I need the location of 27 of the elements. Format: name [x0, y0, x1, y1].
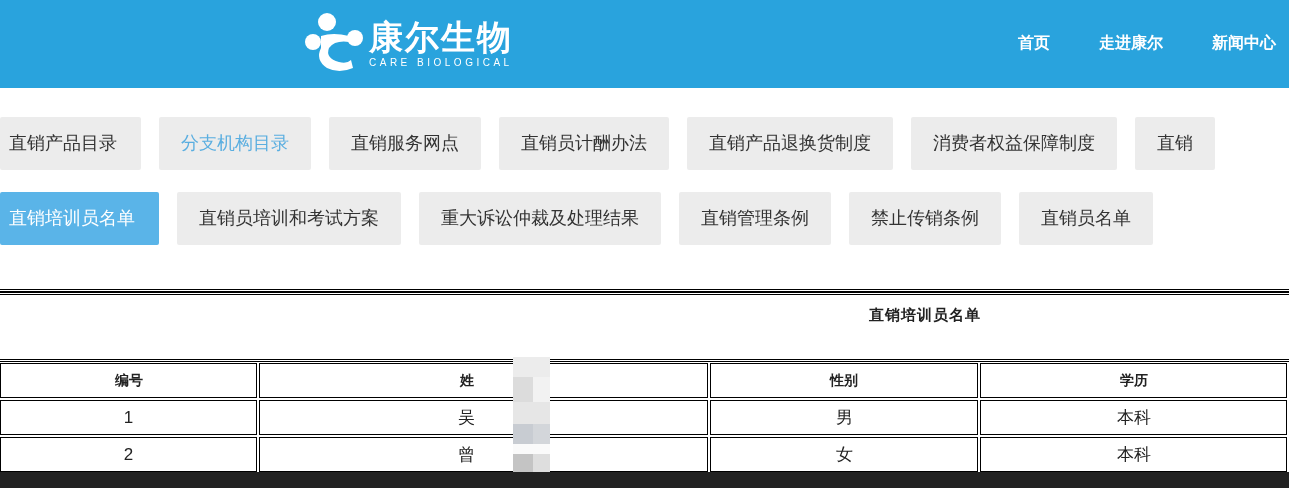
category-tab[interactable]: 直销服务网点: [329, 117, 481, 170]
table-cell: 女: [835, 444, 853, 464]
category-tab[interactable]: 消费者权益保障制度: [911, 117, 1117, 170]
category-tab[interactable]: 直销员名单: [1019, 192, 1153, 245]
category-tab[interactable]: 禁止传销条例: [849, 192, 1001, 245]
column-header: 编号: [114, 372, 143, 388]
column-header: 姓: [459, 372, 474, 388]
column-header: 学历: [1119, 372, 1148, 388]
table-cell: 1: [123, 407, 134, 427]
logo-name: 康尔生物: [369, 17, 513, 57]
category-tab[interactable]: 直销产品目录: [0, 117, 141, 170]
column-header: 性别: [830, 372, 859, 388]
category-tab[interactable]: 直销产品退换货制度: [687, 117, 893, 170]
table-cell: 本科: [1116, 407, 1151, 427]
table-cell: 本科: [1116, 444, 1151, 464]
table-cell: 2: [123, 444, 134, 464]
category-tab[interactable]: 重大诉讼仲裁及处理结果: [419, 192, 661, 245]
category-tab[interactable]: 直销员计酬办法: [499, 117, 669, 170]
category-tab[interactable]: 直销管理条例: [679, 192, 831, 245]
logo-subtitle: CARE BIOLOGICAL: [369, 57, 513, 69]
logo-icon: [303, 12, 365, 74]
table-cell: 男: [835, 407, 853, 427]
table-cell: 曾: [458, 444, 476, 464]
table-cell: 吴: [458, 407, 476, 427]
table-title: 直销培训员名单: [869, 306, 981, 325]
category-tab[interactable]: 直销: [1135, 117, 1215, 170]
category-tab[interactable]: 直销员培训和考试方案: [177, 192, 401, 245]
